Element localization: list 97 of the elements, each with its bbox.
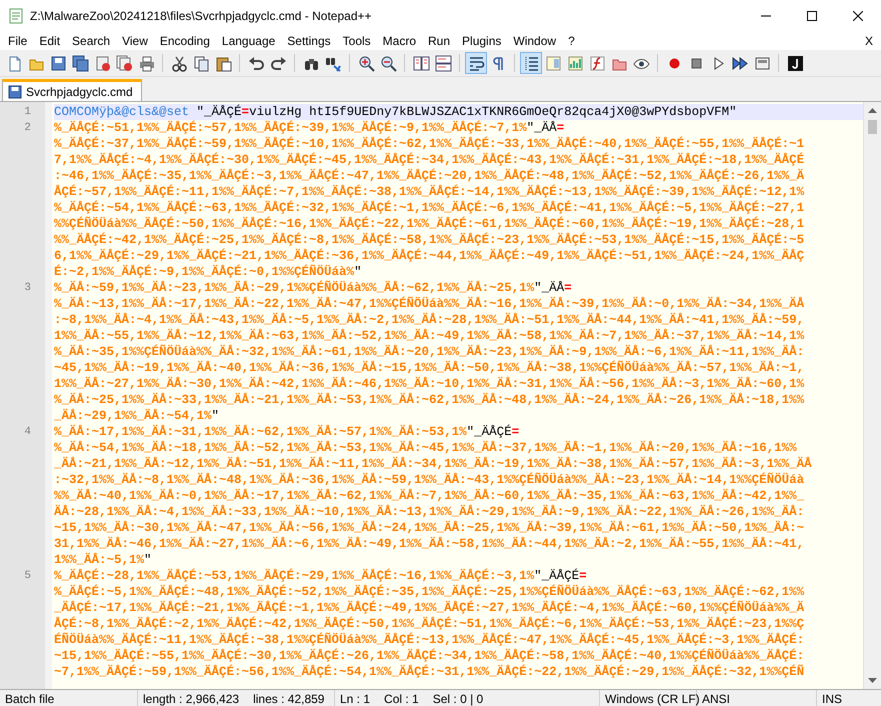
status-text: Sel : 0 | 0 <box>432 692 484 706</box>
menu-item[interactable]: Plugins <box>456 34 508 48</box>
undo-icon <box>248 54 264 72</box>
print-icon <box>138 54 154 72</box>
code-line: 6,1%%_ÄÅÇÉ:~29,1%%_ÄÅÇÉ:~21,1%%_ÄÅÇÉ:~36,1%%_ÄÅÇÉ:~44,1%%_ÄÅÇÉ:~49,1%%_ÄÅÇÉ:~51,1%%_ÄÅÇÉ:~24,1%%_ÄÅÇ <box>54 248 806 264</box>
code-line: 7,1%%_ÄÅÇÉ:~4,1%%_ÄÅÇÉ:~30,1%%_ÄÅÇÉ:~45,1%%_ÄÅÇÉ:~34,1%%_ÄÅÇÉ:~43,1%%_ÄÅÇÉ:~31,1%%_ÄÅÇÉ:~18,1%%_ÄÅÇÉ <box>54 152 806 168</box>
close-file-icon <box>94 54 110 72</box>
code-line: ~7,1%%_ÄÅÇÉ:~59,1%%_ÄÅÇÉ:~56,1%%_ÄÅÇÉ:~54,1%%_ÄÅÇÉ:~31,1%%_ÄÅÇÉ:~22,1%%_ÄÅÇÉ:~29,1%%_ÄÅÇÉ:~32,1%%ÇÉÑ <box>54 664 806 680</box>
code-line: %%_ÄÅ:~40,1%%_ÄÅ:~0,1%%_ÄÅ:~17,1%%_ÄÅ:~62,1%%_ÄÅ:~7,1%%_ÄÅ:~60,1%%_ÄÅ:~35,1%%_ÄÅ:~63,1%%_ÄÅ:~42,1%%_ <box>54 488 806 504</box>
code-line: _ÄÅ:~21,1%%_ÄÅ:~12,1%%_ÄÅ:~51,1%%_ÄÅ:~11,1%%_ÄÅ:~34,1%%_ÄÅ:~19,1%%_ÄÅ:~38,1%%_ÄÅ:~57,1%%_ÄÅ:~3,1%%_ÄÅ <box>54 456 813 472</box>
line-number: 4 <box>24 426 32 438</box>
toolbar-button[interactable] <box>465 52 487 74</box>
line-number: 2 <box>24 122 32 134</box>
line-number: 3 <box>24 282 32 294</box>
toolbar-button[interactable] <box>520 52 542 74</box>
code-line: 1%%_ÄÅ:~55,1%%_ÄÅ:~12,1%%_ÄÅ:~63,1%%_ÄÅ:~52,1%%_ÄÅ:~49,1%%_ÄÅ:~58,1%%_ÄÅ:~7,1%%_ÄÅ:~37,1%%_ÄÅ:~14,1% <box>54 328 806 344</box>
status-text: length : 2,966,423 <box>143 692 240 706</box>
play-multiple-icon <box>732 54 748 72</box>
vertical-scrollbar[interactable] <box>863 102 881 689</box>
code-line: ÄÅ:~28,1%%_ÄÅ:~4,1%%_ÄÅ:~33,1%%_ÄÅ:~10,1%%_ÄÅ:~13,1%%_ÄÅ:~29,1%%_ÄÅ:~9,1%%_ÄÅ:~22,1%%_ÄÅ:~26,1%%_ÄÅ: <box>54 504 806 520</box>
close-document-button[interactable]: X <box>856 34 881 48</box>
chart-icon <box>566 54 584 72</box>
scroll-up-icon[interactable] <box>868 108 877 113</box>
status-text: Ln : 1 <box>340 692 370 706</box>
plugin-icon <box>786 54 804 72</box>
code-line: %_ÄÅ:~13,1%%_ÄÅ:~17,1%%_ÄÅ:~22,1%%_ÄÅ:~47,1%%ÇÉÑÖÜáà%%_ÄÅ:~16,1%%_ÄÅ:~39,1%%_ÄÅ:~0,1%%_ÄÅ:~34,1%%_ÄÅ <box>54 296 806 312</box>
line-number: 1 <box>24 106 32 118</box>
code-line: %_ÄÅ:~59,1%%_ÄÅ:~23,1%%_ÄÅ:~29,1%%ÇÉÑÖÜáà%%_ÄÅ:~62,1%%_ÄÅ:~25,1%"_ÄÅ= <box>54 280 573 296</box>
paste-icon <box>214 54 232 72</box>
menu-item[interactable]: Window <box>507 34 562 48</box>
document-map-icon <box>544 54 562 72</box>
window-title: Z:\MalwareZoo\20241218\files\Svcrhpjadgyclc.cmd - Notepad++ <box>30 8 373 22</box>
close-all-icon <box>116 54 132 72</box>
maximize-icon <box>807 10 817 20</box>
code-line: %_ÄÅ:~54,1%%_ÄÅ:~18,1%%_ÄÅ:~52,1%%_ÄÅ:~53,1%%_ÄÅ:~45,1%%_ÄÅ:~37,1%%_ÄÅ:~1,1%%_ÄÅ:~20,1%%_ÄÅ:~16,1%% <box>54 440 798 456</box>
menu-item[interactable]: File <box>2 34 34 48</box>
split-horizontal-icon <box>434 54 452 72</box>
status-text: Col : 1 <box>384 692 419 706</box>
code-line: ÉÑÖÜáà%%_ÄÅÇÉ:~11,1%%_ÄÅÇÉ:~38,1%%ÇÉÑÖÜáà%%_ÄÅÇÉ:~13,1%%_ÄÅÇÉ:~47,1%%_ÄÅÇÉ:~45,1%%_ÄÅÇÉ:~3,1%%_ÄÅÇÉ: <box>54 632 806 648</box>
code-line: ÅÇÉ:~8,1%%_ÄÅÇÉ:~2,1%%_ÄÅÇÉ:~42,1%%_ÄÅÇÉ:~50,1%%_ÄÅÇÉ:~51,1%%_ÄÅÇÉ:~6,1%%_ÄÅÇÉ:~53,1%%_ÄÅÇÉ:~23,1%%Ç <box>54 616 806 632</box>
app-icon <box>8 8 24 24</box>
save-icon <box>50 54 66 72</box>
code-line: %_ÄÅ:~25,1%%_ÄÅ:~33,1%%_ÄÅ:~21,1%%_ÄÅ:~53,1%%_ÄÅ:~62,1%%_ÄÅ:~48,1%%_ÄÅ:~24,1%%_ÄÅ:~26,1%%_ÄÅ:~18,1%% <box>54 392 806 408</box>
save-all-icon <box>72 54 88 72</box>
code-line: :~8,1%%_ÄÅ:~4,1%%_ÄÅ:~43,1%%_ÄÅ:~5,1%%_ÄÅ:~2,1%%_ÄÅ:~28,1%%_ÄÅ:~51,1%%_ÄÅ:~44,1%%_ÄÅ:~41,1%%_ÄÅ:~59, <box>54 312 806 328</box>
code-line: %_ÄÅÇÉ:~28,1%%_ÄÅÇÉ:~53,1%%_ÄÅÇÉ:~29,1%%_ÄÅÇÉ:~16,1%%_ÄÅÇÉ:~3,1%"_ÄÅÇÉ= <box>54 568 588 584</box>
scrollbar-thumb[interactable] <box>868 120 877 134</box>
code-line: É:~2,1%%_ÄÅÇÉ:~9,1%%_ÄÅÇÉ:~0,1%%ÇÉÑÖÜáà%" <box>54 264 363 280</box>
code-line: %_ÄÅ:~35,1%%ÇÉÑÖÜáà%%_ÄÅ:~32,1%%_ÄÅ:~61,1%%_ÄÅ:~20,1%%_ÄÅ:~23,1%%_ÄÅ:~9,1%%_ÄÅ:~6,1%%_ÄÅ:~11,1%%_ÄÅ: <box>54 344 806 360</box>
code-line: ~45,1%%_ÄÅ:~19,1%%_ÄÅ:~40,1%%_ÄÅ:~36,1%%_ÄÅ:~15,1%%_ÄÅ:~50,1%%_ÄÅ:~38,1%%ÇÉÑÖÜáà%%_ÄÅ:~57,1%%_ÄÅ:~1, <box>54 360 806 376</box>
menu-item[interactable]: Tools <box>336 34 377 48</box>
code-line: _ÄÅÇÉ:~17,1%%_ÄÅÇÉ:~21,1%%_ÄÅÇÉ:~1,1%%_ÄÅÇÉ:~49,1%%_ÄÅÇÉ:~27,1%%_ÄÅÇÉ:~4,1%%_ÄÅÇÉ:~60,1%%ÇÉÑÖÜáà%%_Ä <box>54 600 806 616</box>
function-list-icon <box>588 54 606 72</box>
save-icon <box>8 84 22 98</box>
status-text: lines : 42,859 <box>253 692 324 706</box>
code-line: :~46,1%%_ÄÅÇÉ:~35,1%%_ÄÅÇÉ:~3,1%%_ÄÅÇÉ:~47,1%%_ÄÅÇÉ:~20,1%%_ÄÅÇÉ:~48,1%%_ÄÅÇÉ:~52,1%%_ÄÅÇÉ:~26,1%%_Ä <box>54 168 806 184</box>
code-line: _ÄÅ:~29,1%%_ÄÅ:~54,1%" <box>54 408 220 424</box>
zoom-in-icon <box>358 54 374 72</box>
code-line: %_ÄÅÇÉ:~54,1%%_ÄÅÇÉ:~63,1%%_ÄÅÇÉ:~32,1%%_ÄÅÇÉ:~1,1%%_ÄÅÇÉ:~6,1%%_ÄÅÇÉ:~41,1%%_ÄÅÇÉ:~5,1%%_ÄÅÇÉ:~27,1 <box>54 200 806 216</box>
split-vertical-icon <box>412 54 430 72</box>
line-number: 5 <box>24 570 32 582</box>
menu-item[interactable]: Edit <box>33 34 66 48</box>
menu-item[interactable]: View <box>116 34 154 48</box>
code-line: ~15,1%%_ÄÅÇÉ:~55,1%%_ÄÅÇÉ:~30,1%%_ÄÅÇÉ:~26,1%%_ÄÅÇÉ:~34,1%%_ÄÅÇÉ:~58,1%%_ÄÅÇÉ:~40,1%%ÇÉÑÖÜáà%%_ÄÅÇÉ: <box>54 648 806 664</box>
save-macro-icon <box>754 54 770 72</box>
indent-guide-icon <box>522 54 540 72</box>
code-line: ÅÇÉ:~57,1%%_ÄÅÇÉ:~11,1%%_ÄÅÇÉ:~7,1%%_ÄÅÇÉ:~38,1%%_ÄÅÇÉ:~14,1%%_ÄÅÇÉ:~13,1%%_ÄÅÇÉ:~39,1%%_ÄÅÇÉ:~12,1% <box>54 184 806 200</box>
scroll-down-icon[interactable] <box>868 678 877 683</box>
word-wrap-icon <box>468 54 484 72</box>
code-line: %_ÄÅ:~17,1%%_ÄÅ:~31,1%%_ÄÅ:~62,1%%_ÄÅ:~57,1%%_ÄÅ:~53,1%"_ÄÅÇÉ= <box>54 424 520 440</box>
status-text: Batch file <box>5 692 54 706</box>
menu-item[interactable]: Settings <box>281 34 337 48</box>
file-tab[interactable]: Svcrhpjadgyclc.cmd <box>2 79 142 101</box>
code-line: %%_ÄÅÇÉ:~42,1%%_ÄÅÇÉ:~25,1%%_ÄÅÇÉ:~8,1%%_ÄÅÇÉ:~58,1%%_ÄÅÇÉ:~23,1%%_ÄÅÇÉ:~53,1%%_ÄÅÇÉ:~15,1%%_ÄÅÇÉ:~5 <box>54 232 806 248</box>
code-line: 31,1%%_ÄÅ:~46,1%%_ÄÅ:~27,1%%_ÄÅ:~6,1%%_ÄÅ:~49,1%%_ÄÅ:~58,1%%_ÄÅ:~44,1%%_ÄÅ:~2,1%%_ÄÅ:~55,1%%_ÄÅ:~41, <box>54 536 806 552</box>
menu-item[interactable]: Language <box>216 34 282 48</box>
copy-icon <box>192 54 210 72</box>
code-line: 1%%_ÄÅ:~27,1%%_ÄÅ:~30,1%%_ÄÅ:~42,1%%_ÄÅ:~46,1%%_ÄÅ:~10,1%%_ÄÅ:~31,1%%_ÄÅ:~56,1%%_ÄÅ:~3,1%%_ÄÅ:~60,1% <box>54 376 806 392</box>
menu-item[interactable]: Macro <box>376 34 422 48</box>
code-line: :~32,1%%_ÄÅ:~8,1%%_ÄÅ:~48,1%%_ÄÅ:~36,1%%_ÄÅ:~59,1%%_ÄÅ:~43,1%%ÇÉÑÖÜáà%%_ÄÅ:~23,1%%_ÄÅ:~14,1%%ÇÉÑÖÜáà <box>54 472 806 488</box>
status-text: ANSI <box>702 692 730 706</box>
code-line: %%ÇÉÑÖÜáà%%_ÄÅÇÉ:~50,1%%_ÄÅÇÉ:~16,1%%_ÄÅÇÉ:~22,1%%_ÄÅÇÉ:~61,1%%_ÄÅÇÉ:~60,1%%_ÄÅÇÉ:~19,1%%_ÄÅÇÉ:~28,1 <box>54 216 806 232</box>
menu-item[interactable]: ? <box>562 34 581 48</box>
redo-icon <box>270 54 286 72</box>
code-line: %_ÄÅÇÉ:~37,1%%_ÄÅÇÉ:~59,1%%_ÄÅÇÉ:~10,1%%_ÄÅÇÉ:~62,1%%_ÄÅÇÉ:~33,1%%_ÄÅÇÉ:~40,1%%_ÄÅÇÉ:~55,1%%_ÄÅÇÉ:~1 <box>54 136 806 152</box>
menu-item[interactable]: Run <box>422 34 456 48</box>
menu-item[interactable]: Search <box>66 34 116 48</box>
code-line: 1%%_ÄÅ:~5,1%" <box>54 552 153 568</box>
menu-item[interactable]: Encoding <box>154 34 216 48</box>
status-text: Windows (CR LF) <box>605 692 700 706</box>
scissors-icon <box>170 54 188 72</box>
zoom-out-icon <box>380 54 396 72</box>
code-line: ~15,1%%_ÄÅ:~30,1%%_ÄÅ:~47,1%%_ÄÅ:~56,1%%_ÄÅ:~24,1%%_ÄÅ:~25,1%%_ÄÅ:~39,1%%_ÄÅ:~61,1%%_ÄÅ:~50,1%%_ÄÅ:~ <box>54 520 806 536</box>
close-icon <box>853 10 863 20</box>
status-text: INS <box>822 692 842 706</box>
code-line: %_ÄÅÇÉ:~51,1%%_ÄÅÇÉ:~57,1%%_ÄÅÇÉ:~39,1%%_ÄÅÇÉ:~9,1%%_ÄÅÇÉ:~7,1%"_ÄÅ= <box>54 120 566 136</box>
code-line: %_ÄÅÇÉ:~5,1%%_ÄÅÇÉ:~48,1%%_ÄÅÇÉ:~52,1%%_ÄÅÇÉ:~35,1%%_ÄÅÇÉ:~25,1%%ÇÉÑÖÜáà%%_ÄÅÇÉ:~63,1%%_ÄÅÇÉ:~62,1%% <box>54 584 806 600</box>
